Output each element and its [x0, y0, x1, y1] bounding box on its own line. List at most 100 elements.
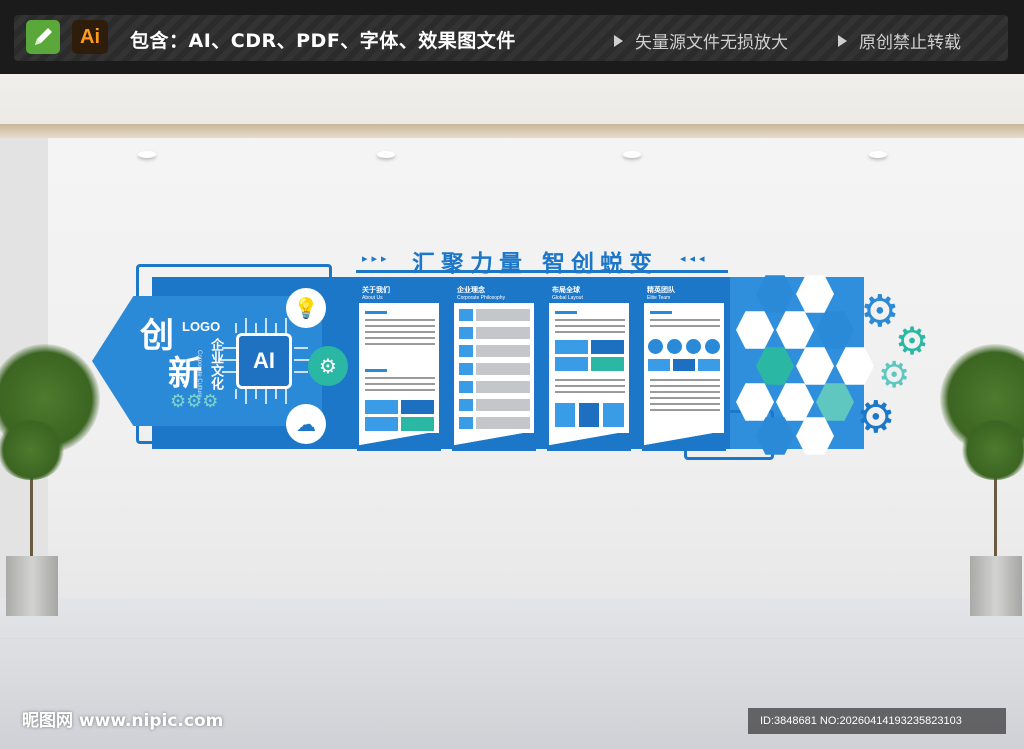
gear-icon: ⚙ [308, 346, 348, 386]
watermark-site: 昵图网 www.nipic.com [22, 711, 224, 731]
text-block [476, 381, 530, 393]
panel-elite-team: 精英团队 Elite Team [642, 281, 726, 451]
banner-note-vector-text: 矢量源文件无损放大 [635, 33, 788, 53]
image-block [603, 403, 624, 427]
text-line [555, 311, 577, 314]
panel-global-layout: 布局全球 Global Layout [547, 281, 631, 451]
text-line [650, 403, 720, 405]
top-banner: Ai 包含：AI、CDR、PDF、字体、效果图文件 矢量源文件无损放大 原创禁止… [0, 0, 1024, 74]
panel-title: 布局全球 [552, 286, 580, 294]
panel-wave [359, 433, 439, 449]
headline-arrows-right: ◂◂◂ [680, 252, 709, 265]
image-block [579, 403, 599, 427]
image-block [459, 327, 473, 339]
image-block [459, 309, 473, 321]
banner-title: 包含：AI、CDR、PDF、字体、效果图文件 [130, 30, 516, 52]
image-block [591, 340, 624, 354]
ceiling-spotlight [138, 151, 156, 158]
circuit-lines [218, 318, 312, 404]
small-gears-icon: ⚙⚙⚙ [170, 391, 219, 412]
text-line [365, 331, 435, 333]
team-avatar [705, 339, 720, 354]
text-line [555, 385, 625, 387]
panel-header: 企业理念 Corporate Philosophy [454, 283, 534, 303]
text-line [555, 391, 625, 393]
plant-leaves [960, 420, 1024, 480]
gear-icon: ⚙ [856, 392, 896, 443]
image-block [401, 417, 434, 431]
panel-header: 关于我们 About Us [359, 283, 439, 303]
text-line [650, 379, 720, 381]
image-block [555, 357, 588, 371]
panel-header: 精英团队 Elite Team [644, 283, 724, 303]
headline-underline [356, 270, 728, 273]
text-line [650, 409, 720, 411]
plant-pot [6, 556, 58, 616]
image-block [365, 400, 398, 414]
text-line [555, 325, 625, 327]
image-block [401, 400, 434, 414]
image-block [459, 381, 473, 393]
text-block [476, 417, 530, 429]
panel-subtitle: Global Layout [552, 295, 583, 301]
text-line [650, 397, 720, 399]
ceiling-spotlight [869, 151, 887, 158]
pencil-icon [26, 20, 60, 54]
logo-text: LOGO [182, 319, 221, 334]
text-line [365, 389, 435, 391]
image-block [555, 403, 575, 427]
team-avatar [686, 339, 701, 354]
image-block [555, 340, 588, 354]
watermark-id: ID:3848681 NO:20260414193235823103 [748, 708, 1006, 734]
text-line [365, 377, 435, 379]
gear-icon: ⚙ [878, 355, 911, 396]
image-block [459, 363, 473, 375]
text-line [365, 383, 435, 385]
panel-subtitle: Corporate Philosophy [457, 295, 506, 301]
ceiling-spotlight [623, 151, 641, 158]
image-block [365, 417, 398, 431]
gear-icon: ⚙ [860, 286, 900, 337]
team-avatar [648, 339, 663, 354]
panel-about-us: 关于我们 About Us [357, 281, 441, 451]
text-line [650, 311, 672, 314]
team-avatar [667, 339, 682, 354]
banner-note-original: 原创禁止转载 [838, 28, 961, 53]
banner-note-vector: 矢量源文件无损放大 [614, 28, 788, 53]
headline-arrows-left: ▸▸▸ [362, 252, 391, 265]
image-block [459, 399, 473, 411]
text-line [650, 391, 720, 393]
text-line [365, 311, 387, 314]
panel-subtitle: Elite Team [647, 295, 671, 301]
panel-title: 企业理念 [457, 286, 485, 294]
plant-pot [970, 556, 1022, 616]
text-block [476, 399, 530, 411]
text-block [476, 309, 530, 321]
panel-title: 精英团队 [647, 286, 675, 294]
play-arrow-icon [614, 35, 623, 47]
illustrator-icon: Ai [72, 20, 108, 54]
panel-subtitle: About Us [362, 295, 383, 301]
image-block [648, 359, 670, 371]
text-line [365, 343, 435, 345]
text-line [555, 331, 625, 333]
image-block [459, 345, 473, 357]
panel-header: 布局全球 Global Layout [549, 283, 629, 303]
banner-note-original-text: 原创禁止转载 [859, 33, 961, 53]
text-line [365, 337, 435, 339]
panel-title: 关于我们 [362, 286, 390, 294]
cloud-icon: ☁ [286, 404, 326, 444]
lightbulb-icon: 💡 [286, 288, 326, 328]
text-block [476, 345, 530, 357]
panel-wave [549, 433, 629, 449]
text-line [555, 319, 625, 321]
image-block [591, 357, 624, 371]
text-line [650, 385, 720, 387]
image-block [698, 359, 720, 371]
image-block [459, 417, 473, 429]
ceiling-cove [0, 124, 1024, 138]
text-line [650, 325, 720, 327]
text-line [365, 369, 387, 372]
text-line [365, 319, 435, 321]
text-line [650, 319, 720, 321]
